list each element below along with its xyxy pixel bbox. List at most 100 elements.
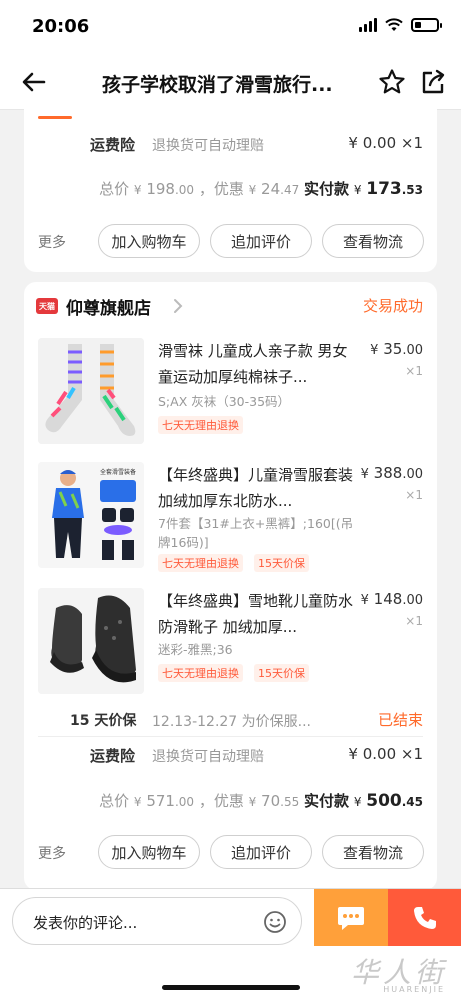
- product-price: ¥ 35.00: [370, 340, 423, 358]
- paid-label: 实付款: [304, 180, 350, 198]
- price-dec: .00: [402, 593, 423, 608]
- tag-15day-price-protect: 15天价保: [254, 554, 309, 572]
- tab-indicator: [38, 116, 72, 119]
- chat-button[interactable]: [314, 889, 388, 946]
- more-button[interactable]: 更多: [38, 843, 66, 863]
- shipping-insurance-label: 运费险: [90, 747, 136, 765]
- order-totals: 总价 ¥ 198.00 ，优惠 ¥ 24.47 实付款 ¥ 173.53: [99, 178, 423, 199]
- paid-int: 173: [366, 179, 402, 199]
- star-icon[interactable]: [378, 68, 406, 96]
- status-icons: [359, 18, 442, 32]
- add-review-button[interactable]: 追加评价: [210, 835, 312, 869]
- product-title[interactable]: 滑雪袜 儿童成人亲子款 男女童运动加厚纯棉袜子...: [158, 338, 354, 390]
- product-sku: S;AX 灰袜（30-35码）: [158, 394, 291, 409]
- discount-dec: .47: [280, 183, 300, 197]
- price-guarantee-row[interactable]: 15 天价保 12.13-12.27 为价保服... 已结束: [24, 708, 437, 738]
- page-title: 孩子学校取消了滑雪旅行...: [102, 74, 333, 96]
- bottom-bar: 发表你的评论... 华人街 HUARENJIE: [0, 888, 461, 1000]
- view-logistics-button[interactable]: 查看物流: [322, 835, 424, 869]
- price-int: 35: [383, 340, 403, 358]
- shipping-insurance-row[interactable]: 运费险 退换货可自动理赔 ¥ 0.00 ×1: [24, 745, 437, 767]
- tag-7day-return: 七天无理由退换: [158, 664, 243, 682]
- price-dec: .00: [402, 343, 423, 358]
- product-sku: 7件套【31#上衣+黑裤】;160[(吊牌16码)]: [158, 516, 354, 550]
- product-image-snow-boots[interactable]: [38, 588, 144, 694]
- total-int: 571: [146, 792, 175, 810]
- discount-currency: ¥: [248, 795, 257, 809]
- battery-icon: [411, 18, 442, 32]
- product-image-ski-socks[interactable]: [38, 338, 144, 444]
- call-button[interactable]: [388, 889, 461, 946]
- paid-currency: ¥: [353, 183, 362, 197]
- divider: [38, 736, 423, 737]
- price-currency: ¥: [360, 467, 369, 482]
- product-price: ¥ 388.00: [361, 464, 423, 482]
- shipping-insurance-price: ¥ 0.00 ×1: [348, 745, 423, 763]
- comment-input[interactable]: 发表你的评论...: [12, 897, 302, 945]
- product-image-ski-suit[interactable]: 全套滑雪装备: [38, 462, 144, 568]
- price-dec: .00: [402, 467, 423, 482]
- paid-label: 实付款: [304, 792, 350, 810]
- phone-icon: [413, 906, 436, 929]
- order-item[interactable]: 滑雪袜 儿童成人亲子款 男女童运动加厚纯棉袜子... ¥ 35.00 ×1 S;…: [24, 338, 437, 450]
- order-item[interactable]: 全套滑雪装备 【年终盛典】儿童滑雪服套装加绒加厚东北防水... ¥ 388.00…: [24, 462, 437, 574]
- add-to-cart-button[interactable]: 加入购物车: [98, 224, 200, 258]
- shipping-insurance-desc: 退换货可自动理赔: [152, 138, 264, 154]
- emoji-icon[interactable]: [263, 910, 287, 934]
- product-price: ¥ 148.00: [361, 590, 423, 608]
- tag-7day-return: 七天无理由退换: [158, 416, 243, 434]
- price-int: 148: [373, 590, 403, 608]
- total-currency: ¥: [133, 795, 142, 809]
- shop-name[interactable]: 仰尊旗舰店: [66, 294, 151, 319]
- home-indicator: [162, 985, 300, 990]
- total-int: 198: [146, 180, 175, 198]
- price-currency: ¥: [360, 593, 369, 608]
- order-actions: 更多 加入购物车 追加评价 查看物流: [24, 224, 437, 260]
- tag-7day-return: 七天无理由退换: [158, 554, 243, 572]
- status-time: 20:06: [32, 16, 90, 37]
- tag-15day-price-protect: 15天价保: [254, 664, 309, 682]
- discount-label: ，优惠: [198, 180, 244, 198]
- order-card-2: 天猫 仰尊旗舰店 交易成功 滑雪袜 儿童成人亲子款 男女童运动加厚纯棉袜子...…: [24, 282, 437, 890]
- order-totals: 总价 ¥ 571.00 ，优惠 ¥ 70.55 实付款 ¥ 500.45: [99, 790, 423, 811]
- discount-dec: .55: [280, 795, 300, 809]
- wifi-icon: [385, 18, 403, 31]
- product-qty: ×1: [405, 614, 423, 628]
- add-review-button[interactable]: 追加评价: [210, 224, 312, 258]
- discount-currency: ¥: [248, 183, 257, 197]
- price-guarantee-status: 已结束: [377, 711, 423, 729]
- discount-label: ，优惠: [198, 792, 244, 810]
- shipping-insurance-row[interactable]: 运费险 退换货可自动理赔 ¥ 0.00 ×1: [24, 134, 437, 156]
- product-qty: ×1: [405, 488, 423, 502]
- view-logistics-button[interactable]: 查看物流: [322, 224, 424, 258]
- paid-dec: .53: [401, 183, 423, 197]
- status-bar: 20:06: [0, 0, 461, 54]
- product-title[interactable]: 【年终盛典】雪地靴儿童防水防滑靴子 加绒加厚...: [158, 588, 354, 640]
- order-card-1: 运费险 退换货可自动理赔 ¥ 0.00 ×1 总价 ¥ 198.00 ，优惠 ¥…: [24, 100, 437, 272]
- paid-dec: .45: [401, 795, 423, 809]
- paid-int: 500: [366, 791, 402, 811]
- tmall-badge: 天猫: [36, 298, 58, 314]
- comment-placeholder: 发表你的评论...: [33, 914, 138, 932]
- discount-int: 24: [261, 180, 281, 198]
- shipping-insurance-desc: 退换货可自动理赔: [152, 749, 264, 765]
- more-button[interactable]: 更多: [38, 232, 66, 252]
- add-to-cart-button[interactable]: 加入购物车: [98, 835, 200, 869]
- product-sku: 迷彩-雅黑;36: [158, 642, 233, 657]
- price-guarantee-label: 15 天价保: [70, 713, 137, 729]
- product-title[interactable]: 【年终盛典】儿童滑雪服套装加绒加厚东北防水...: [158, 462, 354, 514]
- shipping-insurance-price: ¥ 0.00 ×1: [348, 134, 423, 152]
- chat-icon: [338, 906, 364, 930]
- discount-int: 70: [261, 792, 281, 810]
- order-item[interactable]: 【年终盛典】雪地靴儿童防水防滑靴子 加绒加厚... ¥ 148.00 ×1 迷彩…: [24, 588, 437, 700]
- chevron-right-icon[interactable]: [172, 297, 184, 315]
- price-int: 388: [373, 464, 403, 482]
- product-qty: ×1: [405, 364, 423, 378]
- back-arrow-icon[interactable]: [20, 68, 48, 96]
- order-status: 交易成功: [362, 297, 423, 315]
- price-guarantee-desc: 12.13-12.27 为价保服...: [152, 714, 312, 730]
- total-currency: ¥: [133, 183, 142, 197]
- price-currency: ¥: [370, 343, 379, 358]
- total-label: 总价: [99, 792, 130, 810]
- share-icon[interactable]: [420, 68, 446, 96]
